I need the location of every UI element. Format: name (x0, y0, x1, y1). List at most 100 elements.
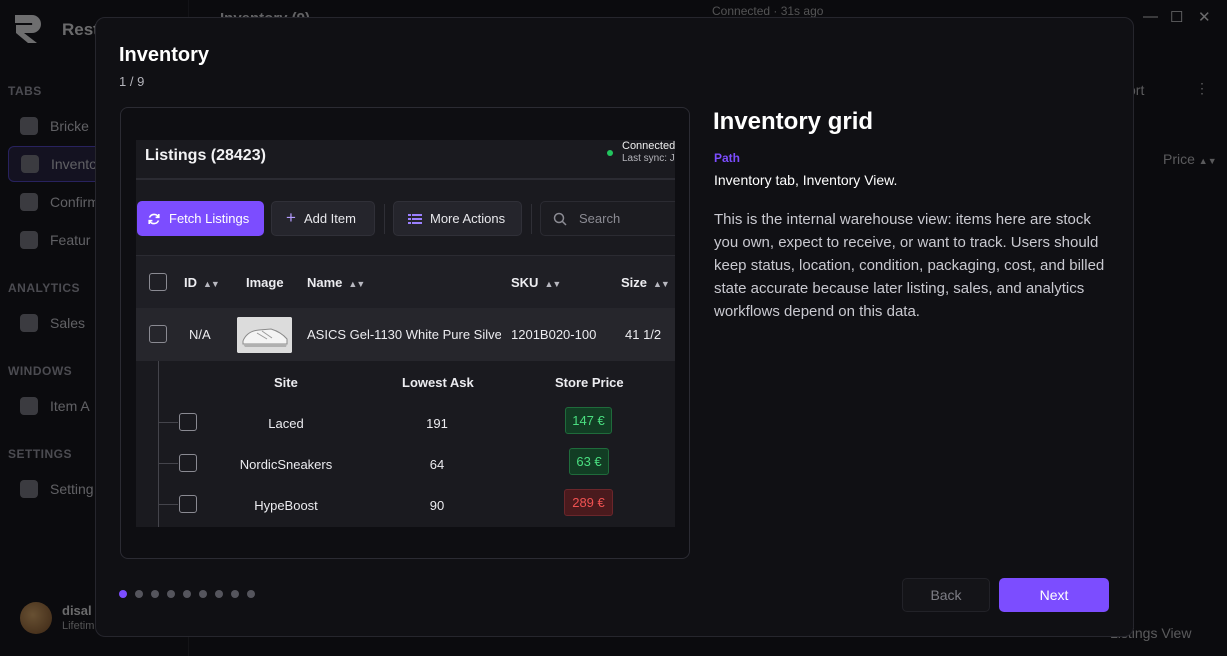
sidebar-item-label: Setting (50, 481, 94, 497)
more-actions-button: More Actions (393, 201, 522, 236)
search-input: Search (540, 201, 675, 236)
path-label: Path (714, 151, 741, 165)
page-dot[interactable] (215, 590, 223, 598)
subrow-site: HypeBoost (254, 498, 318, 513)
page-dot[interactable] (167, 590, 175, 598)
store-price-badge: 289 € (564, 489, 613, 516)
listings-header: Listings (28423) Connected Last sync: J (136, 140, 675, 180)
page-dot[interactable] (199, 590, 207, 598)
column-name-label: Name (307, 275, 343, 290)
sort-icon: ▲▼ (203, 279, 220, 289)
toolbar-divider (531, 204, 532, 234)
sidebar-item-features[interactable]: Featur (20, 231, 90, 249)
connected-dot-icon (607, 150, 613, 156)
subrow-lowest-ask: 64 (429, 457, 445, 472)
section-tabs: TABS (8, 84, 42, 98)
sidebar-item-confirm[interactable]: Confirm (20, 193, 99, 211)
section-windows: WINDOWS (8, 364, 73, 378)
store-price-badge: 147 € (565, 407, 612, 434)
store-price-badge: 63 € (569, 448, 609, 475)
tree-branch (158, 504, 178, 505)
sidebar-item-label: Featur (50, 232, 91, 248)
user-name: disal (62, 603, 92, 618)
subcolumn-store-price: Store Price (555, 375, 624, 390)
path-value: Inventory tab, Inventory View. (714, 172, 898, 188)
sidebar-item-bricked[interactable]: Bricke (20, 117, 89, 135)
sort-icon: ▲▼ (348, 279, 365, 289)
close-icon[interactable]: ✕ (1198, 8, 1211, 26)
page-dot[interactable] (231, 590, 239, 598)
page-dot[interactable] (247, 590, 255, 598)
column-name: Name ▲▼ (307, 275, 365, 290)
preview-frame: Listings (28423) Connected Last sync: J … (120, 107, 690, 559)
next-button[interactable]: Next (999, 578, 1109, 612)
column-size-label: Size (621, 275, 648, 290)
sneaker-icon (237, 317, 292, 353)
sort-icon: ▲▼ (1198, 156, 1217, 166)
select-all-checkbox (149, 273, 167, 291)
subcolumn-site: Site (274, 375, 298, 390)
back-button[interactable]: Back (902, 578, 990, 612)
subrow-site: NordicSneakers (239, 457, 333, 472)
sidebar-item-label: Bricke (50, 118, 89, 134)
price-column-header[interactable]: Price ▲▼ (1163, 151, 1217, 167)
column-image: Image (246, 275, 284, 290)
row-checkbox (149, 325, 167, 343)
listings-title: Listings (28423) (145, 147, 266, 164)
subtable: Site Lowest Ask Store Price Laced 191 14… (136, 361, 675, 527)
subrow-lowest-ask: 90 (429, 498, 445, 513)
sort-icon: ▲▼ (544, 279, 561, 289)
more-actions-label: More Actions (430, 211, 506, 226)
user-subtitle: Lifetim (62, 620, 95, 632)
page-dot[interactable] (183, 590, 191, 598)
row-name: ASICS Gel-1130 White Pure Silve (307, 327, 501, 342)
avatar[interactable] (20, 602, 52, 634)
column-sku: SKU ▲▼ (511, 275, 561, 290)
table-row: N/A ASICS Gel-1130 White Pure Silve 1201… (136, 308, 675, 361)
sidebar-item-sales[interactable]: Sales (20, 314, 85, 332)
page-dot[interactable] (119, 590, 127, 598)
section-settings: SETTINGS (8, 447, 73, 461)
app-name: Rest (62, 20, 99, 39)
preview-screenshot: Listings (28423) Connected Last sync: J … (136, 140, 675, 527)
more-vertical-icon[interactable]: ⋮ (1195, 80, 1209, 97)
tag-icon (20, 314, 38, 332)
tree-line (158, 361, 159, 527)
column-sku-label: SKU (511, 275, 539, 290)
subrow-checkbox (179, 495, 197, 513)
bricked-icon (20, 117, 38, 135)
plus-icon: + (286, 207, 296, 227)
sidebar-item-settings[interactable]: Setting (20, 480, 94, 498)
inventory-icon (21, 155, 39, 173)
row-sku: 1201B020-100 (511, 327, 597, 342)
app-logo-icon (15, 15, 41, 43)
minimize-icon[interactable]: — (1143, 8, 1158, 25)
table-header: ID ▲▼ Image Name ▲▼ SKU ▲▼ Size ▲▼ (136, 255, 675, 308)
sidebar-item-label: Sales (50, 315, 86, 331)
product-image (237, 317, 292, 353)
maximize-icon[interactable]: ☐ (1170, 8, 1183, 26)
sidebar-item-label: Invento (51, 156, 97, 172)
last-sync-label: Last sync: J (622, 153, 675, 164)
subrow-site: Laced (268, 416, 304, 431)
toolbar-divider (384, 204, 385, 234)
connection-status: Connected · 31s ago (712, 4, 824, 18)
sidebar-item-label: Item A (50, 398, 90, 414)
info-heading: Inventory grid (713, 108, 874, 135)
tree-branch (158, 463, 178, 464)
sidebar-item-item[interactable]: Item A (20, 397, 90, 415)
tree-branch (158, 422, 178, 423)
list-icon (408, 213, 422, 224)
subcolumn-lowest-ask: Lowest Ask (402, 375, 474, 390)
page-dot[interactable] (135, 590, 143, 598)
add-item-label: Add Item (303, 211, 356, 226)
fetch-listings-button: Fetch Listings (137, 201, 264, 236)
info-description: This is the internal warehouse view: ite… (714, 211, 1105, 320)
confirm-icon (20, 193, 38, 211)
sort-icon: ▲▼ (653, 279, 670, 289)
row-size: 41 1/2 (625, 327, 662, 342)
subrow-checkbox (179, 454, 197, 472)
search-icon (553, 212, 567, 226)
window-icon (20, 397, 38, 415)
page-dot[interactable] (151, 590, 159, 598)
